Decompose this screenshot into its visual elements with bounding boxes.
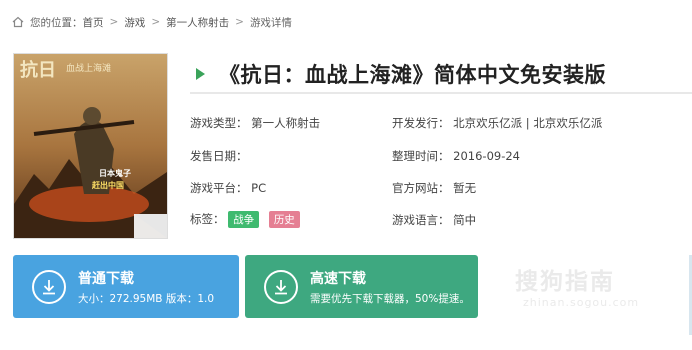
breadcrumb-home[interactable]: 首页 [83,15,104,30]
organize-time-label: 整理时间： [392,149,450,163]
fast-download-title: 高速下载 [310,270,366,287]
breadcrumb-fps[interactable]: 第一人称射击 [166,15,229,30]
game-title-row: 《抗日：血战上海滩》简体中文免安装版 [190,56,692,94]
platform: 游戏平台： PC [190,180,266,196]
developer: 开发发行： 北京欢乐亿派 | 北京欢乐亿派 [392,115,602,131]
download-icon [264,269,298,304]
breadcrumb-separator: > [235,16,244,28]
release-date: 发售日期： [190,148,248,164]
svg-text:血战上海滩: 血战上海滩 [66,62,111,74]
breadcrumb: 您的位置： 首页 > 游戏 > 第一人称射击 > 游戏详情 [12,13,292,31]
official-site-label: 官方网站： [392,181,450,195]
breadcrumb-label: 您的位置： [30,16,83,29]
tag-war[interactable]: 战争 [228,211,260,228]
tag-history[interactable]: 历史 [268,211,300,228]
watermark-url: zhinan.sogou.com [523,296,640,309]
cover-title-lettering: 抗日 [20,59,56,81]
language-label: 游戏语言： [392,213,450,227]
cover-slogan-lettering: 日本鬼子 [99,168,131,178]
breadcrumb-separator: > [109,16,119,28]
developer-value: 北京欢乐亿派 | 北京欢乐亿派 [453,116,603,130]
developer-label: 开发发行： [392,116,450,130]
play-triangle-icon [196,68,205,80]
home-icon [12,16,24,28]
svg-text:赶出中国: 赶出中国 [91,180,124,190]
organize-time: 整理时间： 2016-09-24 [392,148,520,164]
download-icon [32,269,66,304]
game-cover-image: 抗日 血战上海滩 日本鬼子 赶出中国 [13,53,168,239]
watermark-logo-text: 搜狗指南 [515,269,615,295]
platform-value: PC [251,181,267,195]
normal-download-title: 普通下载 [78,270,134,287]
organize-time-value: 2016-09-24 [453,149,520,163]
breadcrumb-games[interactable]: 游戏 [124,15,145,30]
game-title: 《抗日：血战上海滩》简体中文免安装版 [219,63,606,87]
tags: 标签： 战争 历史 [190,211,306,228]
fast-download-info: 需要优先下载下载器，50%提速。 [310,292,470,305]
watermark: 搜狗指南 zhinan.sogou.com [515,262,639,309]
platform-label: 游戏平台： [190,181,248,195]
language: 游戏语言： 简中 [392,212,476,228]
breadcrumb-separator: > [151,16,161,28]
fast-download-button[interactable]: 高速下载 需要优先下载下载器，50%提速。 [245,255,478,318]
breadcrumb-current: 游戏详情 [249,16,292,29]
official-site: 官方网站： 暂无 [392,180,476,196]
tags-label: 标签： [190,212,225,226]
official-site-value: 暂无 [453,181,477,195]
normal-download-info: 大小：272.95MB 版本：1.0 [78,292,215,305]
game-type: 游戏类型： 第一人称射击 [190,115,320,131]
game-type-value: 第一人称射击 [251,116,321,130]
release-date-label: 发售日期： [190,149,248,163]
normal-download-button[interactable]: 普通下载 大小：272.95MB 版本：1.0 [13,255,239,318]
language-value: 简中 [453,213,477,227]
game-type-label: 游戏类型： [190,116,248,130]
